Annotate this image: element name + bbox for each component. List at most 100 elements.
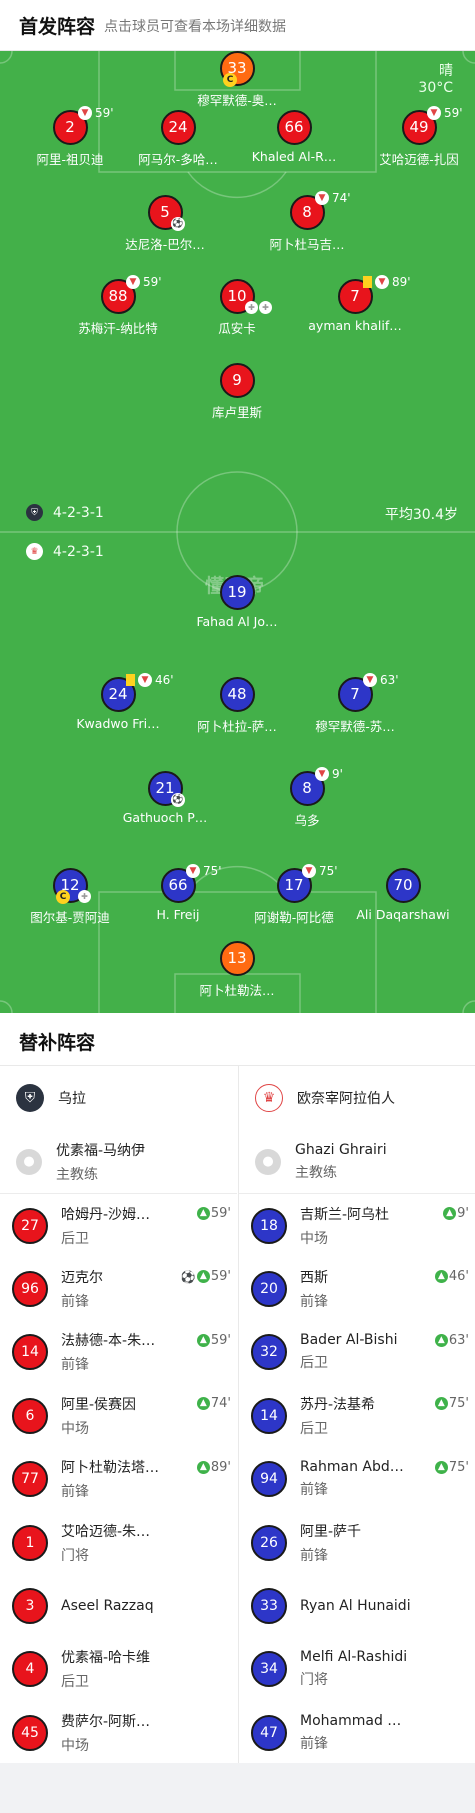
away-player-70[interactable]: 70 Ali Daqarshawi	[348, 868, 458, 922]
home-sub-45[interactable]: 45 费萨尔-阿斯… 中场	[0, 1701, 237, 1764]
sub-info: 阿里-萨千 前锋	[300, 1521, 410, 1565]
player-name: 苏梅汗-纳比特	[78, 321, 158, 336]
sub-on-icon: ▲	[434, 1333, 448, 1347]
sub-number: 96	[12, 1271, 48, 1308]
sub-position: 中场	[61, 1420, 89, 1437]
home-formation: ⛨ 4-2-3-1	[26, 504, 104, 521]
sub-name: 优素福-哈卡维	[61, 1650, 151, 1667]
sub-info: Bader Al-Bishi 后卫	[300, 1332, 410, 1372]
coach-avatar-icon: ●	[16, 1148, 42, 1175]
home-sub-3[interactable]: 3 Aseel Razzaq	[0, 1574, 237, 1637]
sub-name: Bader Al-Bishi	[300, 1332, 398, 1349]
away-player-48[interactable]: 48 阿卜杜拉-萨…	[182, 677, 292, 735]
sub-info: 阿卜杜勒法塔… 前锋	[61, 1457, 171, 1501]
sub-position: 中场	[300, 1230, 328, 1247]
player-name: 阿里-祖贝迪	[36, 152, 104, 167]
player-name: 穆罕默德-苏…	[315, 719, 395, 734]
player-name: Gathuoch P…	[122, 810, 208, 825]
home-player-10[interactable]: 10 瓜安卡	[182, 279, 292, 337]
home-coach-name: 优素福-马纳伊	[56, 1142, 146, 1159]
away-sub-18[interactable]: 18 吉斯兰-阿乌杜 中场 ▲ 9'	[239, 1194, 475, 1257]
sub-info: 费萨尔-阿斯… 中场	[61, 1711, 171, 1755]
away-team-badge-icon: ♛	[26, 543, 43, 560]
home-sub-96[interactable]: 96 迈克尔 前锋 ⚽ ▲ 59'	[0, 1257, 237, 1320]
sub-position: 后卫	[300, 1420, 328, 1437]
sub-info: 阿里-侯赛因 中场	[61, 1394, 171, 1438]
home-sub-77[interactable]: 77 阿卜杜勒法塔… 前锋 ▲ 89'	[0, 1448, 237, 1511]
sub-on-minute: 59'	[210, 1206, 231, 1221]
away-coach-role: 主教练	[295, 1164, 337, 1181]
player-number: 70	[385, 868, 421, 903]
sub-number: 47	[251, 1714, 287, 1751]
away-player-21[interactable]: 21 Gathuoch P…	[110, 771, 220, 825]
player-name: ayman khalif…	[308, 318, 402, 333]
sub-number: 34	[251, 1651, 287, 1688]
away-team-row[interactable]: ♛ 欧奈宰阿拉伯人	[239, 1066, 475, 1130]
away-coach-name: Ghazi Ghrairi	[295, 1141, 387, 1158]
ball-icon: ⚽	[171, 793, 185, 807]
sub-on-icon: ▲	[196, 1460, 210, 1474]
sub-position: 前锋	[61, 1294, 89, 1311]
sub-on-minute: 63'	[448, 1332, 469, 1348]
away-player-19[interactable]: 19 Fahad Al Jo…	[182, 575, 292, 629]
away-sub-26[interactable]: 26 阿里-萨千 前锋	[239, 1511, 475, 1574]
sub-off-minute: 74'	[332, 191, 351, 205]
player-name: 阿卜杜马吉…	[269, 237, 345, 252]
away-player-12[interactable]: 12 图尔基-贾阿迪	[15, 868, 125, 926]
player-name: Kwadwo Fri…	[76, 716, 160, 731]
away-coach-row[interactable]: ● Ghazi Ghrairi 主教练	[239, 1130, 475, 1194]
sub-off-icon: ▼	[78, 106, 92, 120]
sub-number: 20	[251, 1271, 287, 1308]
sub-off-minute: 59'	[143, 275, 162, 289]
home-sub-14[interactable]: 14 法赫德-本-朱… 前锋 ▲ 59'	[0, 1321, 237, 1384]
away-sub-33[interactable]: 33 Ryan Al Hunaidi	[239, 1574, 475, 1637]
player-name: 图尔基-贾阿迪	[30, 910, 110, 925]
player-name: 艾哈迈德-扎因	[379, 152, 459, 167]
sub-off-icon: ▼	[363, 673, 377, 687]
home-sub-4[interactable]: 4 优素福-哈卡维 后卫	[0, 1638, 237, 1701]
home-player-9[interactable]: 9 库卢里斯	[182, 363, 292, 421]
away-sub-20[interactable]: 20 西斯 前锋 ▲ 46'	[239, 1257, 475, 1320]
pitch: 懂球帝 晴 30°C ⛨ 4-2-3-1 平均30.4岁 ♛ 4-2-3-1 3…	[0, 51, 475, 1013]
sub-on-icon: ▲	[196, 1270, 210, 1284]
home-sub-6[interactable]: 6 阿里-侯赛因 中场 ▲ 74'	[0, 1384, 237, 1447]
away-sub-34[interactable]: 34 Melfi Al-Rashidi 门将	[239, 1638, 475, 1701]
home-team-row[interactable]: ⛨ 乌拉	[0, 1066, 237, 1130]
sub-name: 迈克尔	[61, 1270, 103, 1287]
away-player-13[interactable]: 13 阿卜杜勒法…	[182, 941, 292, 999]
sub-on-event: ▲ 89'	[196, 1460, 231, 1475]
sub-off-icon: ▼	[375, 275, 389, 289]
coach-avatar-icon: ●	[255, 1148, 281, 1175]
average-age: 平均30.4岁	[384, 507, 458, 523]
home-coach-row[interactable]: ● 优素福-马纳伊 主教练	[0, 1130, 237, 1194]
goal-icon: ⚽	[171, 793, 185, 807]
sub-on-icon: ▲	[434, 1397, 448, 1411]
player-events: ▼ 75'	[186, 864, 222, 878]
sub-number: 33	[251, 1588, 287, 1625]
away-sub-94[interactable]: 94 Rahman Abd… 前锋 ▲ 75'	[239, 1448, 475, 1511]
sub-number: 94	[251, 1461, 287, 1498]
home-player-33[interactable]: 33 穆罕默德-奥…	[182, 51, 292, 109]
away-sub-14[interactable]: 14 苏丹-法基希 后卫 ▲ 75'	[239, 1384, 475, 1447]
home-player-5[interactable]: 5 达尼洛-巴尔…	[110, 195, 220, 253]
away-sub-32[interactable]: 32 Bader Al-Bishi 后卫 ▲ 63'	[239, 1321, 475, 1384]
away-team-name: 欧奈宰阿拉伯人	[297, 1091, 395, 1107]
sub-number: 14	[12, 1334, 48, 1371]
sub-info: Aseel Razzaq	[61, 1598, 171, 1614]
weather-label: 晴	[439, 63, 453, 79]
away-formation: ♛ 4-2-3-1	[26, 543, 104, 560]
goal-icon: ⚽	[171, 217, 185, 231]
yellow-card-icon	[126, 674, 135, 686]
sub-on-icon: ▲	[434, 1270, 448, 1284]
sub-name: Ryan Al Hunaidi	[300, 1598, 410, 1615]
home-player-66[interactable]: 66 Khaled Al-R…	[239, 110, 349, 164]
player-events: ▼ 63'	[363, 673, 399, 687]
away-sub-47[interactable]: 47 Mohammad … 前锋	[239, 1701, 475, 1764]
home-player-24[interactable]: 24 阿马尔-多哈…	[123, 110, 233, 168]
sub-off-minute: 59'	[444, 106, 463, 120]
home-sub-27[interactable]: 27 哈姆丹-沙姆… 后卫 ▲ 59'	[0, 1194, 237, 1257]
player-number: 19	[219, 575, 255, 610]
away-player-8[interactable]: 8 乌多	[252, 771, 362, 829]
sub-off-icon: ▼	[315, 191, 329, 205]
home-sub-1[interactable]: 1 艾哈迈德-朱… 门将	[0, 1511, 237, 1574]
